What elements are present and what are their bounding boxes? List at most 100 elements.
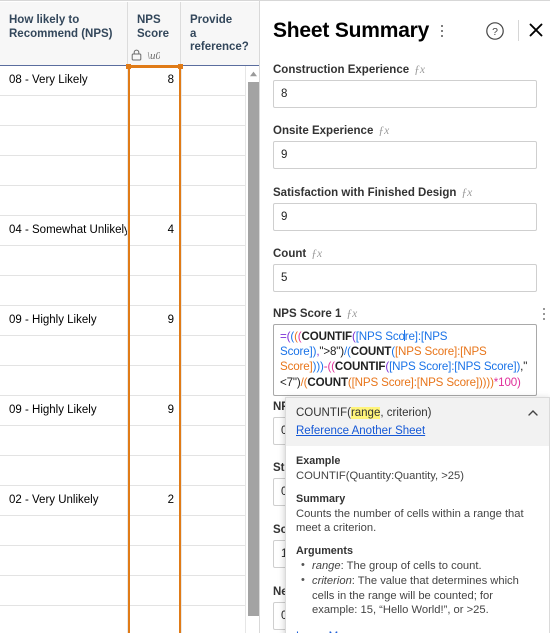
table-row[interactable] — [0, 516, 245, 546]
cell-nps-score[interactable] — [128, 156, 181, 185]
table-row[interactable] — [0, 426, 245, 456]
cell-nps-score[interactable] — [128, 276, 181, 305]
nps-score-1-formula-input[interactable]: =((((COUNTIF([NPS Score]:[NPS Score]),">… — [273, 324, 537, 396]
function-signature: COUNTIF(range, criterion) — [296, 406, 539, 420]
table-row[interactable] — [0, 546, 245, 576]
cell-reference[interactable] — [181, 186, 245, 215]
grid-rows[interactable]: 08 - Very Likely 8 04 - Somewhat Unlikely 4… — [0, 66, 245, 633]
cell-nps-score[interactable] — [128, 456, 181, 485]
cell-reference[interactable] — [181, 456, 245, 485]
svg-text:?: ? — [492, 26, 498, 38]
selection-handle-left[interactable] — [126, 64, 131, 69]
help-circle-icon[interactable]: ? — [484, 20, 506, 42]
cell-reference[interactable] — [181, 486, 245, 515]
cell-nps-score[interactable] — [128, 516, 181, 545]
table-row[interactable]: 04 - Somewhat Unlikely 4 — [0, 216, 245, 246]
arguments-list: range: The group of cells to count. crit… — [296, 558, 539, 618]
cell-reference[interactable] — [181, 576, 245, 605]
cell-recommend[interactable]: 04 - Somewhat Unlikely — [0, 216, 128, 245]
cell-recommend[interactable]: 08 - Very Likely — [0, 66, 128, 95]
cell-reference[interactable] — [181, 546, 245, 575]
close-x-icon[interactable] — [525, 19, 547, 41]
cell-nps-score[interactable] — [128, 336, 181, 365]
table-row[interactable]: 09 - Highly Likely 9 — [0, 306, 245, 336]
grid-right-edge — [259, 1, 260, 633]
cell-reference[interactable] — [181, 516, 245, 545]
scroll-up-arrow-icon[interactable] — [246, 68, 260, 80]
cell-nps-score[interactable] — [128, 246, 181, 275]
scrollbar-thumb[interactable] — [248, 82, 259, 616]
cell-reference[interactable] — [181, 216, 245, 245]
cell-recommend[interactable] — [0, 246, 128, 275]
cell-reference[interactable] — [181, 156, 245, 185]
cell-nps-score[interactable]: 2 — [128, 486, 181, 515]
cell-reference[interactable] — [181, 66, 245, 95]
onsite-experience-input[interactable]: 9 — [273, 141, 537, 169]
grid-vertical-scrollbar[interactable] — [245, 66, 260, 633]
table-row[interactable]: 02 - Very Unlikely 2 — [0, 486, 245, 516]
table-row[interactable] — [0, 96, 245, 126]
cell-reference[interactable] — [181, 306, 245, 335]
reference-another-sheet-link[interactable]: Reference Another Sheet — [296, 425, 425, 437]
table-row[interactable] — [0, 456, 245, 486]
chevron-up-icon[interactable] — [526, 406, 540, 420]
table-row[interactable] — [0, 186, 245, 216]
cell-recommend[interactable] — [0, 366, 128, 395]
cell-nps-score[interactable] — [128, 426, 181, 455]
table-row[interactable] — [0, 276, 245, 306]
cell-recommend[interactable] — [0, 186, 128, 215]
cell-nps-score[interactable]: 9 — [128, 306, 181, 335]
cell-reference[interactable] — [181, 366, 245, 395]
construction-experience-input[interactable]: 8 — [273, 80, 537, 108]
cell-nps-score[interactable] — [128, 186, 181, 215]
cell-nps-score[interactable] — [128, 96, 181, 125]
sheet-grid[interactable]: How likely to Recommend (NPS) NPS Score … — [0, 0, 260, 633]
cell-reference[interactable] — [181, 96, 245, 125]
cell-reference[interactable] — [181, 396, 245, 425]
cell-nps-score[interactable] — [128, 126, 181, 155]
kebab-menu-icon[interactable] — [434, 22, 450, 40]
selection-handle-right[interactable] — [178, 64, 183, 69]
table-row[interactable] — [0, 246, 245, 276]
cell-recommend[interactable]: 09 - Highly Likely — [0, 306, 128, 335]
cell-nps-score[interactable]: 8 — [128, 66, 181, 95]
cell-recommend[interactable] — [0, 546, 128, 575]
cell-reference[interactable] — [181, 126, 245, 155]
table-row[interactable] — [0, 366, 245, 396]
table-row[interactable] — [0, 576, 245, 606]
cell-recommend[interactable] — [0, 456, 128, 485]
cell-reference[interactable] — [181, 276, 245, 305]
satisfaction-finished-design-input[interactable]: 9 — [273, 203, 537, 231]
cell-recommend[interactable] — [0, 156, 128, 185]
cell-recommend[interactable] — [0, 126, 128, 155]
cell-reference[interactable] — [181, 336, 245, 365]
cell-nps-score[interactable]: 9 — [128, 396, 181, 425]
cell-recommend[interactable] — [0, 336, 128, 365]
cell-nps-score[interactable] — [128, 366, 181, 395]
cell-reference[interactable] — [181, 246, 245, 275]
cell-nps-score[interactable] — [128, 576, 181, 605]
cell-recommend[interactable] — [0, 96, 128, 125]
column-header-recommend[interactable]: How likely to Recommend (NPS) — [0, 2, 128, 66]
column-header-reference[interactable]: Provide a reference? — [181, 2, 249, 66]
table-row[interactable]: 09 - Highly Likely 9 — [0, 396, 245, 426]
cell-nps-score[interactable]: 4 — [128, 216, 181, 245]
cell-recommend[interactable] — [0, 516, 128, 545]
table-row[interactable] — [0, 156, 245, 186]
cell-nps-score[interactable] — [128, 606, 181, 633]
cell-recommend[interactable] — [0, 276, 128, 305]
cell-reference[interactable] — [181, 426, 245, 455]
cell-recommend[interactable] — [0, 576, 128, 605]
count-input[interactable]: 5 — [273, 264, 537, 292]
cell-recommend[interactable]: 09 - Highly Likely — [0, 396, 128, 425]
cell-nps-score[interactable] — [128, 546, 181, 575]
table-row[interactable] — [0, 336, 245, 366]
cell-recommend[interactable] — [0, 606, 128, 633]
cell-recommend[interactable] — [0, 426, 128, 455]
cell-reference[interactable] — [181, 606, 245, 633]
field-kebab-menu-icon[interactable] — [537, 305, 550, 323]
table-row[interactable] — [0, 606, 245, 633]
cell-recommend[interactable]: 02 - Very Unlikely — [0, 486, 128, 515]
table-row[interactable] — [0, 126, 245, 156]
table-row[interactable]: 08 - Very Likely 8 — [0, 66, 245, 96]
